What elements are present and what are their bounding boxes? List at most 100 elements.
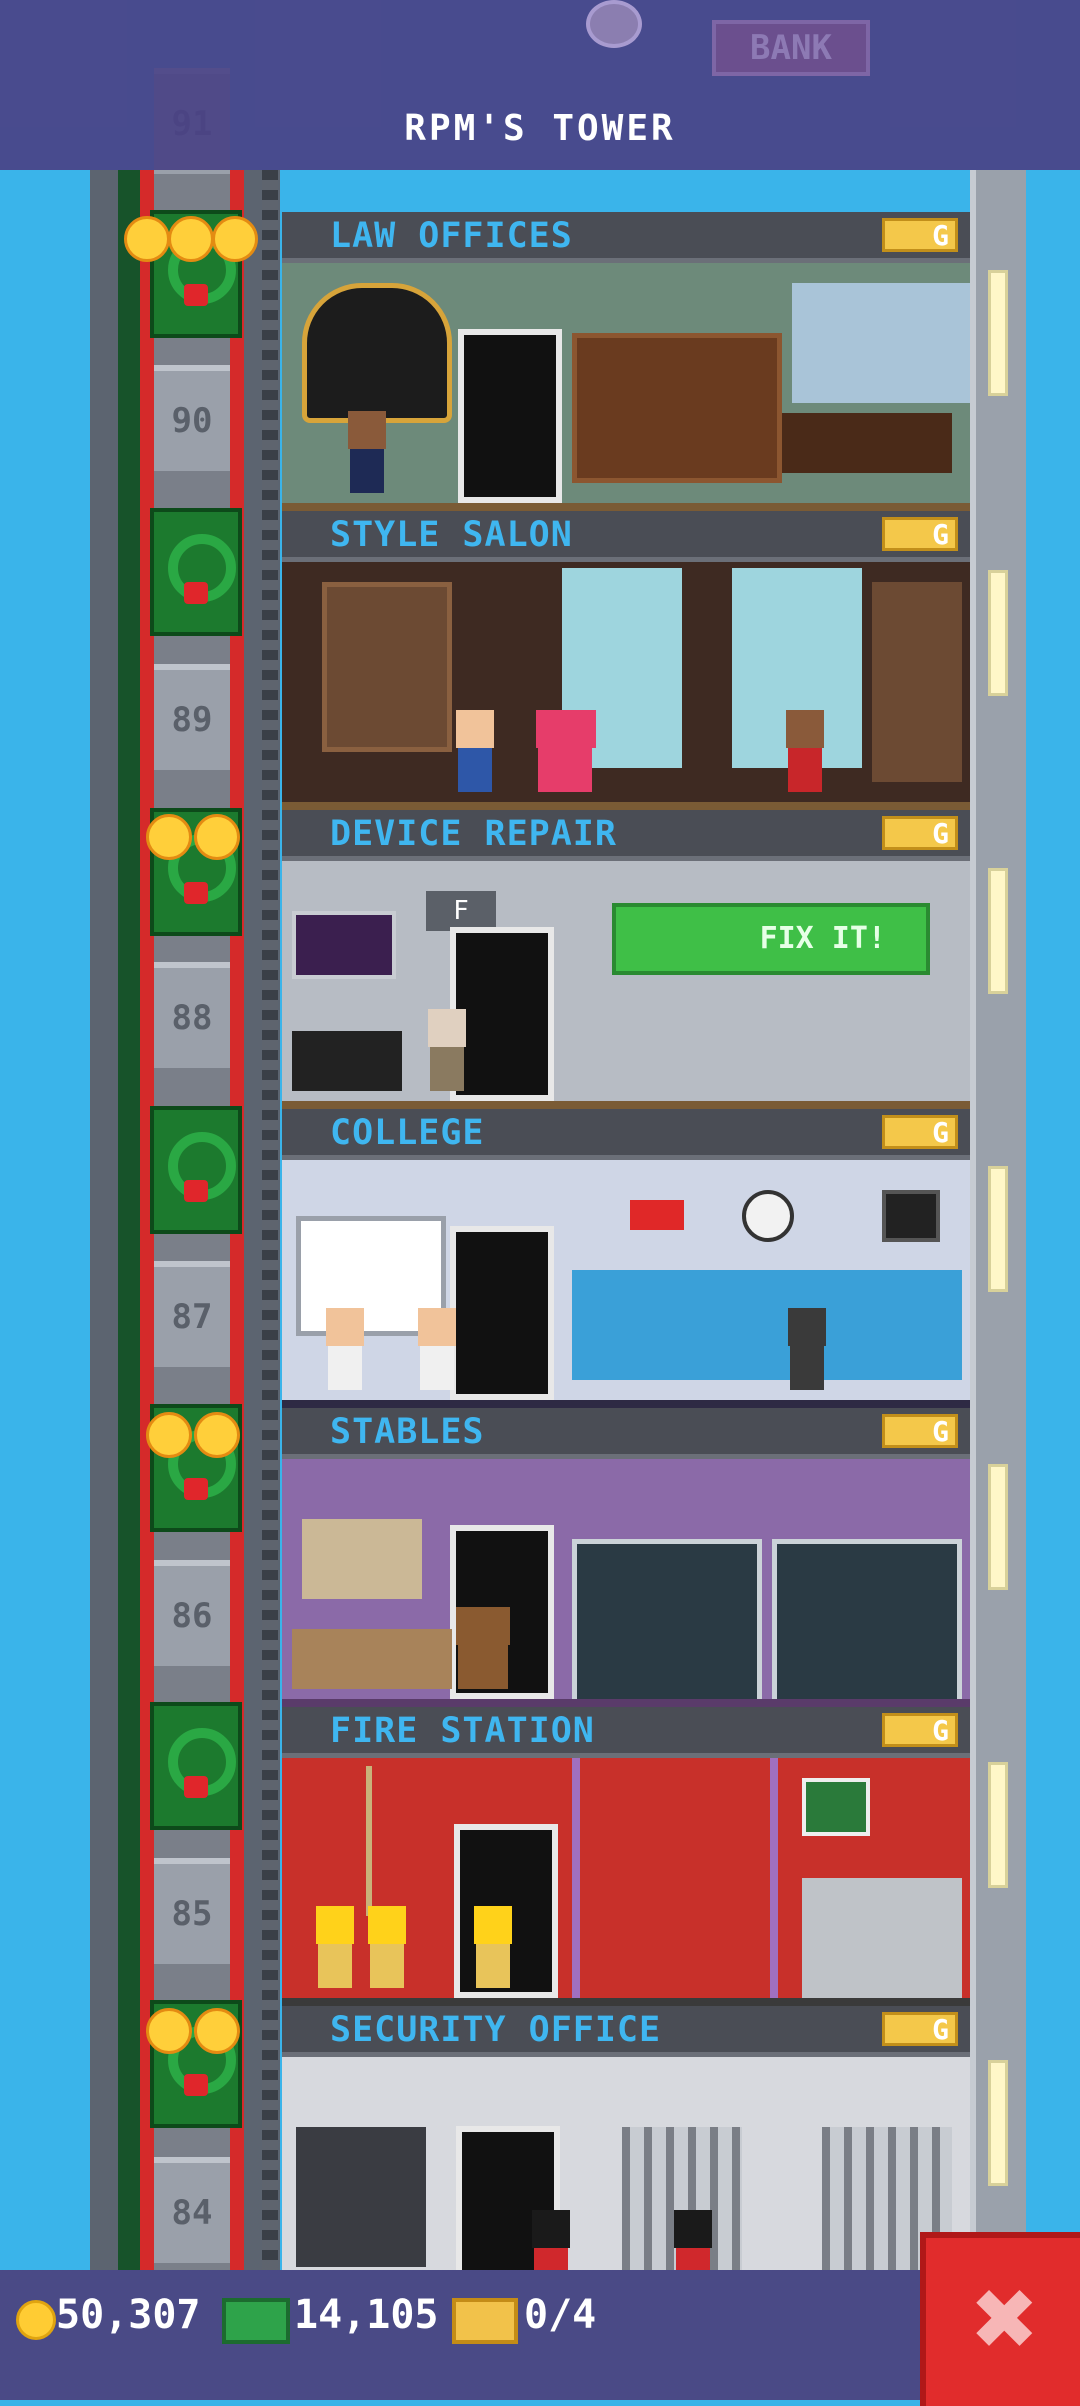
bank-sign: BANK bbox=[712, 20, 870, 76]
floor-number-86[interactable]: 86 bbox=[154, 1560, 230, 1666]
gold-badge[interactable]: G bbox=[882, 816, 958, 850]
floor-number-90[interactable]: 90 bbox=[154, 365, 230, 471]
floor-fire-station[interactable]: FIRE STATION G bbox=[282, 1707, 970, 2006]
floor-line bbox=[282, 1699, 970, 1707]
tenant[interactable] bbox=[424, 1009, 470, 1099]
star-icon bbox=[146, 1412, 192, 1458]
floor-line bbox=[282, 1101, 970, 1109]
watermelon-costume-visitor[interactable] bbox=[532, 710, 602, 800]
floor-law-offices[interactable]: LAW OFFICES G bbox=[282, 212, 970, 511]
horse-stall bbox=[572, 1539, 762, 1709]
horse-stall bbox=[772, 1539, 962, 1709]
floor-line bbox=[282, 1998, 970, 2006]
student[interactable] bbox=[414, 1308, 460, 1398]
firefighter[interactable] bbox=[470, 1906, 516, 1996]
cat-costume-visitor[interactable] bbox=[784, 1308, 830, 1398]
bux-count: 14,105 bbox=[294, 2292, 439, 2338]
floor-number-89[interactable]: 89 bbox=[154, 664, 230, 770]
clock-icon bbox=[742, 1190, 794, 1242]
floor-device-repair[interactable]: DEVICE REPAIR G F FIX IT! bbox=[282, 810, 970, 1109]
floor-number-84[interactable]: 84 bbox=[154, 2157, 230, 2263]
floor-name: STABLES bbox=[330, 1412, 485, 1452]
floor-number-85[interactable]: 85 bbox=[154, 1858, 230, 1964]
floor-security-office[interactable]: SECURITY OFFICE G bbox=[282, 2006, 970, 2305]
floor-header: COLLEGE G bbox=[282, 1109, 970, 1160]
ticket-icon bbox=[452, 2298, 518, 2344]
title-bar: BANK RPM'S TOWER bbox=[0, 0, 1080, 170]
floor-header: FIRE STATION G bbox=[282, 1707, 970, 1758]
floor-college[interactable]: COLLEGE G bbox=[282, 1109, 970, 1408]
close-button[interactable]: ✖ bbox=[920, 2232, 1080, 2406]
floor-stables[interactable]: STABLES G bbox=[282, 1408, 970, 1709]
floor-line bbox=[282, 802, 970, 810]
room-interior bbox=[282, 263, 970, 511]
pirate-visitor[interactable] bbox=[782, 710, 828, 800]
floor-line bbox=[282, 1400, 970, 1408]
floor-header: DEVICE REPAIR G bbox=[282, 810, 970, 861]
tenant[interactable] bbox=[344, 411, 390, 501]
gold-badge[interactable]: G bbox=[882, 1713, 958, 1747]
floor-name: COLLEGE bbox=[330, 1113, 485, 1153]
wall-light bbox=[988, 270, 1008, 396]
star-icon bbox=[124, 216, 170, 262]
horse-mask-visitor[interactable] bbox=[452, 1607, 512, 1697]
tv-screen bbox=[882, 1190, 940, 1242]
door-sign: F bbox=[426, 891, 496, 931]
room-interior bbox=[282, 562, 970, 810]
scales-of-justice-icon bbox=[302, 283, 452, 423]
room-interior: F FIX IT! bbox=[282, 861, 970, 1109]
hay-shelf bbox=[302, 1519, 422, 1599]
star-icon bbox=[194, 2008, 240, 2054]
wall-light bbox=[988, 868, 1008, 994]
floor-line bbox=[282, 503, 970, 511]
hay-bales bbox=[292, 1629, 452, 1689]
floor-number-87[interactable]: 87 bbox=[154, 1261, 230, 1367]
gold-badge[interactable]: G bbox=[882, 1115, 958, 1149]
window bbox=[572, 1270, 962, 1380]
salon-shelf bbox=[872, 582, 962, 782]
floor-name: FIRE STATION bbox=[330, 1711, 595, 1751]
wall-light bbox=[988, 2060, 1008, 2186]
coin-count: 50,307 bbox=[56, 2292, 201, 2338]
coin-icon bbox=[16, 2300, 56, 2340]
room-interior bbox=[282, 1758, 970, 2006]
christmas-wreath-icon bbox=[150, 508, 242, 636]
security-monitors bbox=[296, 2127, 426, 2267]
floor-name: LAW OFFICES bbox=[330, 216, 573, 256]
firefighter[interactable] bbox=[312, 1906, 358, 1996]
bookshelf bbox=[572, 333, 782, 483]
service-counter bbox=[292, 1031, 402, 1091]
floor-header: STABLES G bbox=[282, 1408, 970, 1459]
star-icon bbox=[168, 216, 214, 262]
gold-badge[interactable]: G bbox=[882, 1414, 958, 1448]
room-interior bbox=[282, 1160, 970, 1408]
floor-name: DEVICE REPAIR bbox=[330, 814, 617, 854]
student[interactable] bbox=[322, 1308, 368, 1398]
room-interior bbox=[282, 2057, 970, 2300]
floor-name: SECURITY OFFICE bbox=[330, 2010, 662, 2050]
map-picture bbox=[802, 1778, 870, 1836]
room-interior bbox=[282, 1459, 970, 1709]
gear-rack bbox=[572, 1758, 778, 1998]
wall-light bbox=[988, 1166, 1008, 1292]
star-icon bbox=[194, 1412, 240, 1458]
firefighter[interactable] bbox=[364, 1906, 410, 1996]
wall-light bbox=[988, 1762, 1008, 1888]
close-x-icon: ✖ bbox=[972, 2254, 1040, 2382]
fire-pole bbox=[366, 1766, 372, 1916]
floor-header: LAW OFFICES G bbox=[282, 212, 970, 263]
gold-badge[interactable]: G bbox=[882, 517, 958, 551]
gold-badge[interactable]: G bbox=[882, 2012, 958, 2046]
floor-style-salon[interactable]: STYLE SALON G bbox=[282, 511, 970, 810]
salon-mirror bbox=[322, 582, 452, 752]
pennant-flag bbox=[630, 1200, 684, 1230]
room-door bbox=[450, 1226, 554, 1400]
wall-light bbox=[988, 570, 1008, 696]
gold-badge[interactable]: G bbox=[882, 218, 958, 252]
tenant[interactable] bbox=[452, 710, 498, 800]
wall-light bbox=[988, 1464, 1008, 1590]
star-icon bbox=[146, 814, 192, 860]
monitor-screen bbox=[292, 911, 396, 979]
floor-number-88[interactable]: 88 bbox=[154, 962, 230, 1068]
bunk-bed bbox=[802, 1878, 962, 1998]
